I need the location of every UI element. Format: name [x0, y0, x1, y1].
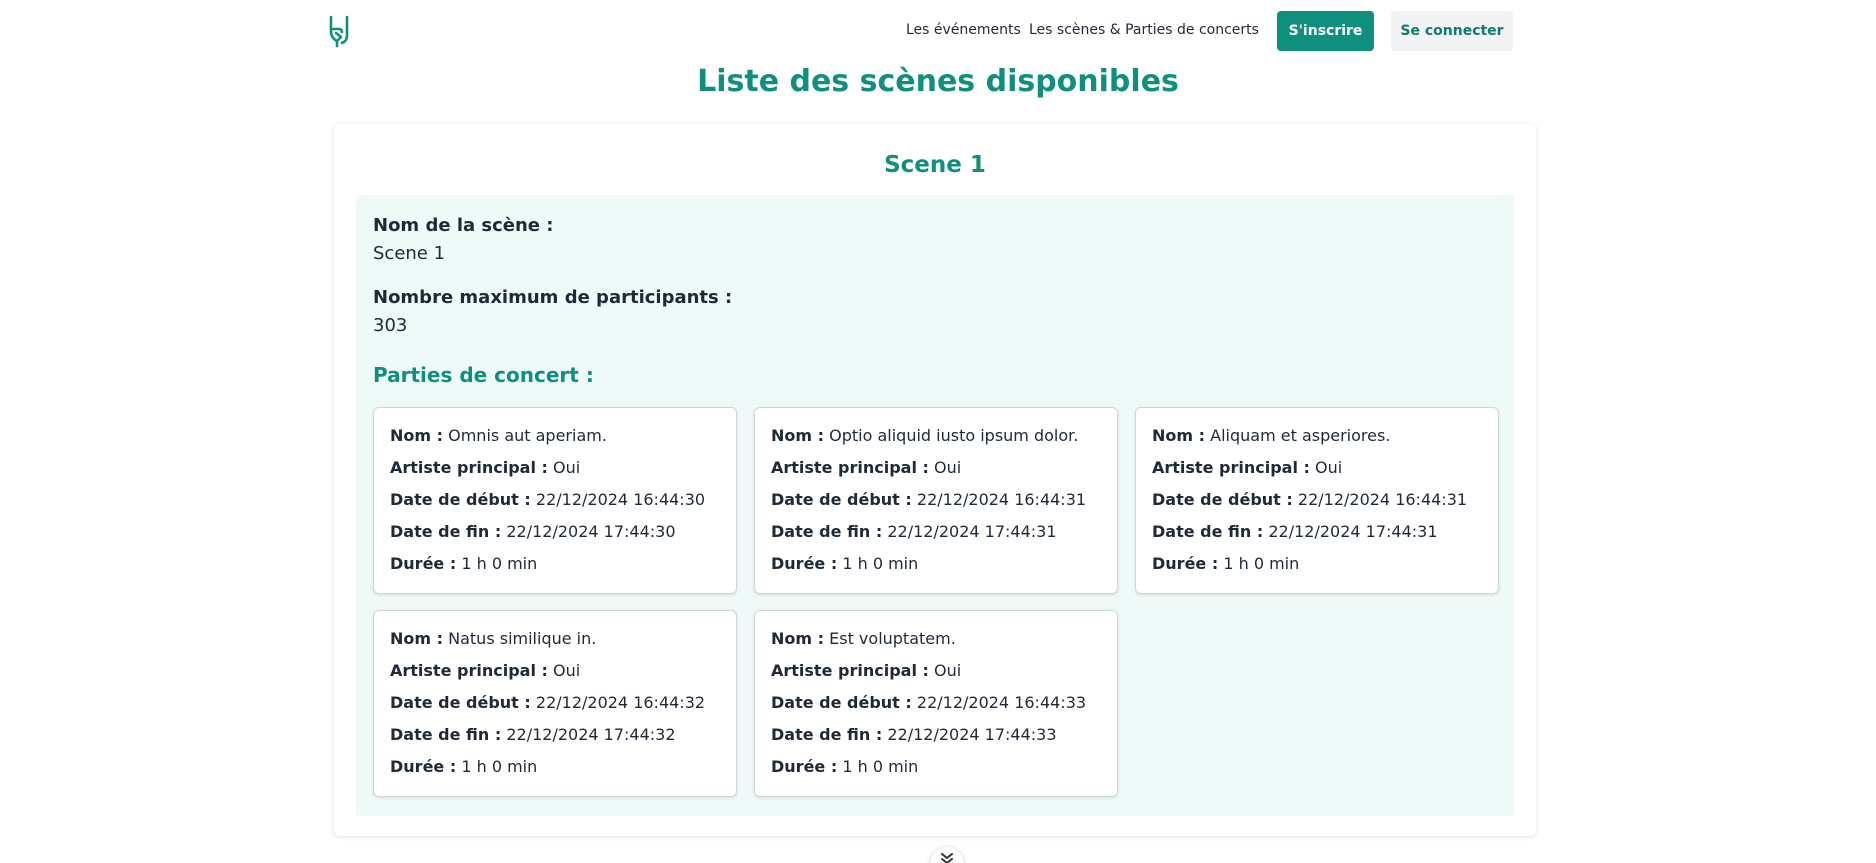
part-name-row: Nom : Aliquam et asperiores. — [1152, 426, 1390, 445]
part-end-label: Date de fin : — [771, 522, 883, 541]
part-duration-row: Durée : 1 h 0 min — [1152, 554, 1299, 573]
part-duration-label: Durée : — [390, 757, 457, 776]
scene-panel: Scene 1 Nom de la scène : Scene 1 Nombre… — [334, 124, 1536, 836]
login-button[interactable]: Se connecter — [1391, 11, 1513, 51]
part-start-row: Date de début : 22/12/2024 16:44:33 — [771, 693, 1086, 712]
part-start-label: Date de début : — [1152, 490, 1293, 509]
part-name-row: Nom : Est voluptatem. — [771, 629, 956, 648]
part-main-artist: Oui — [1314, 458, 1343, 477]
part-start: 22/12/2024 16:44:33 — [916, 693, 1087, 712]
signup-button[interactable]: S'inscrire — [1277, 11, 1374, 51]
rock-hand-logo-icon[interactable] — [326, 14, 356, 48]
part-end-label: Date de fin : — [390, 725, 502, 744]
part-main-artist: Oui — [552, 458, 581, 477]
scene-title: Scene 1 — [884, 152, 986, 178]
scroll-down-button[interactable] — [930, 847, 964, 863]
part-duration-row: Durée : 1 h 0 min — [771, 554, 918, 573]
concert-part-card: Nom : Natus similique in. Artiste princi… — [373, 610, 737, 797]
part-duration-label: Durée : — [1152, 554, 1219, 573]
part-main-artist-row: Artiste principal : Oui — [771, 458, 961, 477]
part-main-artist-label: Artiste principal : — [390, 458, 548, 477]
part-name: Aliquam et asperiores. — [1210, 426, 1391, 445]
part-duration-row: Durée : 1 h 0 min — [771, 757, 918, 776]
part-end-row: Date de fin : 22/12/2024 17:44:32 — [390, 725, 676, 744]
part-end: 22/12/2024 17:44:33 — [887, 725, 1057, 744]
part-duration: 1 h 0 min — [1223, 554, 1300, 573]
part-name: Natus similique in. — [448, 629, 597, 648]
part-start-row: Date de début : 22/12/2024 16:44:31 — [771, 490, 1086, 509]
part-duration-label: Durée : — [771, 757, 838, 776]
part-name-label: Nom : — [390, 426, 444, 445]
part-start-label: Date de début : — [771, 693, 912, 712]
part-name-row: Nom : Omnis aut aperiam. — [390, 426, 607, 445]
concert-part-card: Nom : Optio aliquid iusto ipsum dolor. A… — [754, 407, 1118, 594]
part-start-row: Date de début : 22/12/2024 16:44:30 — [390, 490, 705, 509]
part-main-artist-row: Artiste principal : Oui — [1152, 458, 1342, 477]
part-duration: 1 h 0 min — [461, 554, 538, 573]
part-duration: 1 h 0 min — [842, 757, 919, 776]
part-start-label: Date de début : — [771, 490, 912, 509]
concert-part-card: Nom : Aliquam et asperiores. Artiste pri… — [1135, 407, 1499, 594]
scene-details: Nom de la scène : Scene 1 Nombre maximum… — [356, 195, 1514, 816]
max-participants-value: 303 — [373, 315, 408, 336]
concert-part-card: Nom : Est voluptatem. Artiste principal … — [754, 610, 1118, 797]
nav-link-scenes[interactable]: Les scènes & Parties de concerts — [1029, 22, 1259, 38]
part-name-label: Nom : — [390, 629, 444, 648]
part-main-artist: Oui — [552, 661, 581, 680]
part-end-label: Date de fin : — [771, 725, 883, 744]
page-title: Liste des scènes disponibles — [697, 64, 1179, 99]
navbar: Les événements Les scènes & Parties de c… — [0, 0, 1876, 62]
part-name-label: Nom : — [771, 629, 825, 648]
part-duration: 1 h 0 min — [842, 554, 919, 573]
part-end-row: Date de fin : 22/12/2024 17:44:31 — [1152, 522, 1438, 541]
part-end-row: Date de fin : 22/12/2024 17:44:30 — [390, 522, 676, 541]
part-main-artist: Oui — [933, 661, 962, 680]
part-name: Optio aliquid iusto ipsum dolor. — [829, 426, 1079, 445]
part-start: 22/12/2024 16:44:32 — [535, 693, 706, 712]
part-start-label: Date de début : — [390, 693, 531, 712]
part-duration-row: Durée : 1 h 0 min — [390, 757, 537, 776]
part-name-label: Nom : — [771, 426, 825, 445]
part-end-row: Date de fin : 22/12/2024 17:44:33 — [771, 725, 1057, 744]
part-end-label: Date de fin : — [1152, 522, 1264, 541]
nav-link-events[interactable]: Les événements — [906, 22, 1021, 38]
part-main-artist-label: Artiste principal : — [771, 661, 929, 680]
part-main-artist-label: Artiste principal : — [390, 661, 548, 680]
part-main-artist-row: Artiste principal : Oui — [390, 661, 580, 680]
part-start-row: Date de début : 22/12/2024 16:44:31 — [1152, 490, 1467, 509]
part-duration-label: Durée : — [390, 554, 457, 573]
part-end-label: Date de fin : — [390, 522, 502, 541]
part-duration-row: Durée : 1 h 0 min — [390, 554, 537, 573]
part-main-artist-row: Artiste principal : Oui — [771, 661, 961, 680]
concert-part-card: Nom : Omnis aut aperiam. Artiste princip… — [373, 407, 737, 594]
scene-name-label: Nom de la scène : — [373, 215, 554, 236]
part-main-artist-label: Artiste principal : — [1152, 458, 1310, 477]
part-name: Est voluptatem. — [829, 629, 956, 648]
scene-name-value: Scene 1 — [373, 243, 446, 264]
part-end: 22/12/2024 17:44:30 — [506, 522, 676, 541]
part-end: 22/12/2024 17:44:31 — [887, 522, 1057, 541]
part-name: Omnis aut aperiam. — [448, 426, 607, 445]
part-end: 22/12/2024 17:44:31 — [1268, 522, 1438, 541]
concert-parts-heading: Parties de concert : — [373, 363, 594, 387]
part-start: 22/12/2024 16:44:31 — [1297, 490, 1468, 509]
part-start: 22/12/2024 16:44:30 — [535, 490, 706, 509]
part-name-label: Nom : — [1152, 426, 1206, 445]
part-main-artist-label: Artiste principal : — [771, 458, 929, 477]
part-start: 22/12/2024 16:44:31 — [916, 490, 1087, 509]
part-main-artist-row: Artiste principal : Oui — [390, 458, 580, 477]
chevron-double-down-icon — [941, 853, 953, 863]
part-end: 22/12/2024 17:44:32 — [506, 725, 676, 744]
part-start-label: Date de début : — [390, 490, 531, 509]
part-main-artist: Oui — [933, 458, 962, 477]
part-start-row: Date de début : 22/12/2024 16:44:32 — [390, 693, 705, 712]
part-duration: 1 h 0 min — [461, 757, 538, 776]
part-end-row: Date de fin : 22/12/2024 17:44:31 — [771, 522, 1057, 541]
part-name-row: Nom : Optio aliquid iusto ipsum dolor. — [771, 426, 1078, 445]
max-participants-label: Nombre maximum de participants : — [373, 287, 733, 308]
part-duration-label: Durée : — [771, 554, 838, 573]
part-name-row: Nom : Natus similique in. — [390, 629, 596, 648]
